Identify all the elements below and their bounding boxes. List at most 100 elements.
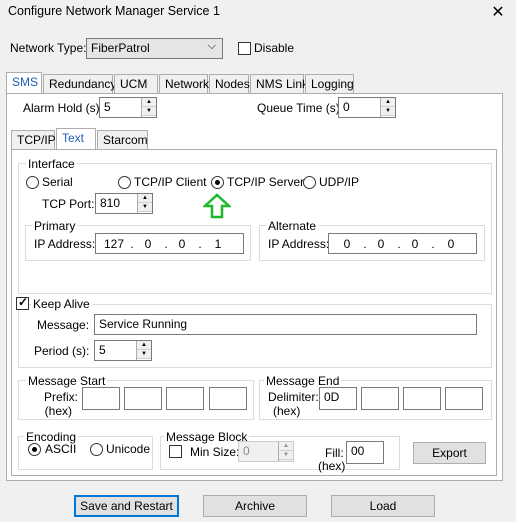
up-arrow-icon [203, 193, 231, 219]
export-button[interactable]: Export [413, 442, 486, 464]
fill-label: Fill: [325, 446, 344, 460]
keep-alive-checkbox[interactable] [16, 295, 29, 310]
tab-starcom[interactable]: Starcom [97, 130, 148, 150]
primary-label: Primary [32, 219, 78, 233]
prefix-field-3[interactable] [166, 387, 204, 410]
ip-octet: 0 [411, 237, 419, 251]
prefix-label: Prefix: [43, 390, 78, 404]
radio-ascii-label: ASCII [45, 442, 77, 456]
radio-serial-label: Serial [42, 175, 73, 189]
primary-ip-field[interactable]: 127 . 0 . 0 . 1 [95, 233, 244, 254]
ip-octet: 0 [447, 237, 455, 251]
spin-up-icon[interactable]: ▲ [142, 98, 156, 107]
alternate-ip-label: IP Address: [268, 237, 330, 251]
spin-buttons[interactable]: ▲ ▼ [141, 98, 156, 117]
delimiter-field-3[interactable] [403, 387, 441, 410]
ip-octet: 0 [343, 237, 351, 251]
radio-unicode[interactable] [90, 443, 103, 456]
window-title: Configure Network Manager Service 1 [8, 4, 220, 18]
message-start-label: Message Start [26, 374, 108, 388]
network-type-value: FiberPatrol [91, 41, 150, 55]
spin-buttons[interactable]: ▲ ▼ [137, 194, 152, 213]
min-size-label: Min Size: [190, 445, 240, 459]
spin-buttons[interactable]: ▲ ▼ [380, 98, 395, 117]
radio-udpip[interactable] [303, 176, 316, 189]
tab-tcpip[interactable]: TCP/IP [11, 130, 56, 150]
radio-unicode-label: Unicode [106, 442, 151, 456]
spin-up-icon[interactable]: ▲ [138, 194, 152, 203]
radio-tcpip-client[interactable] [118, 176, 131, 189]
radio-tcpip-server-label: TCP/IP Server [227, 175, 305, 189]
radio-tcpip-client-label: TCP/IP Client [134, 175, 207, 189]
radio-ascii[interactable] [28, 443, 41, 456]
radio-tcpip-server[interactable] [211, 176, 224, 189]
save-and-restart-button[interactable]: Save and Restart [74, 495, 179, 517]
spin-down-icon[interactable]: ▼ [138, 203, 152, 212]
tab-text[interactable]: Text [56, 128, 96, 150]
period-value: 5 [99, 343, 106, 357]
delimiter-hex-label: (hex) [273, 404, 301, 418]
min-size-stepper[interactable]: 0 ▲ ▼ [238, 441, 294, 462]
chevron-down-icon: ⌵ [207, 40, 216, 52]
queue-time-label: Queue Time (s): [257, 101, 344, 115]
prefix-field-2[interactable] [124, 387, 162, 410]
spin-buttons[interactable]: ▲ ▼ [136, 341, 151, 360]
keep-alive-label: Keep Alive [31, 297, 92, 311]
tab-nodes[interactable]: Nodes [209, 74, 250, 94]
close-icon[interactable]: ✕ [488, 2, 508, 22]
tab-ucm[interactable]: UCM [114, 74, 158, 94]
delimiter-label: Delimiter: [268, 390, 319, 404]
tcp-port-label: TCP Port: [42, 197, 95, 211]
queue-time-stepper[interactable]: 0 ▲ ▼ [338, 97, 396, 118]
tab-network[interactable]: Network [159, 74, 209, 94]
message-block-label: Message Block [164, 430, 250, 444]
tab-redundancy[interactable]: Redundancy [43, 74, 116, 94]
radio-udpip-label: UDP/IP [319, 175, 360, 189]
tcp-port-stepper[interactable]: 810 ▲ ▼ [95, 193, 153, 214]
tab-logging[interactable]: Logging [305, 74, 354, 94]
spin-buttons[interactable]: ▲ ▼ [278, 442, 293, 461]
spin-down-icon[interactable]: ▼ [137, 350, 151, 359]
alarm-hold-stepper[interactable]: 5 ▲ ▼ [99, 97, 157, 118]
message-end-label: Message End [264, 374, 342, 388]
delimiter-field-1[interactable]: 0D [319, 387, 357, 410]
spin-down-icon[interactable]: ▼ [279, 451, 293, 460]
message-label: Message: [37, 318, 90, 332]
load-button[interactable]: Load [331, 495, 435, 517]
message-block-checkbox[interactable] [169, 445, 182, 458]
interface-label: Interface [26, 157, 77, 171]
spin-up-icon[interactable]: ▲ [381, 98, 395, 107]
period-label: Period (s): [34, 344, 90, 358]
ip-octet: 0 [377, 237, 385, 251]
ip-octet: 1 [214, 237, 222, 251]
fill-input[interactable]: 00 [346, 441, 384, 464]
ip-octet: 127 [104, 237, 125, 251]
delimiter-field-2[interactable] [361, 387, 399, 410]
alarm-hold-value: 5 [104, 100, 111, 114]
alarm-hold-label: Alarm Hold (s): [23, 101, 104, 115]
network-type-select[interactable]: FiberPatrol ⌵ [86, 38, 223, 59]
alternate-ip-field[interactable]: 0 . 0 . 0 . 0 [328, 233, 477, 254]
ip-octet: 0 [144, 237, 152, 251]
radio-serial[interactable] [26, 176, 39, 189]
tab-sms[interactable]: SMS [6, 72, 42, 94]
min-size-value: 0 [243, 444, 250, 458]
delimiter-field-4[interactable] [445, 387, 483, 410]
network-type-label: Network Type: [10, 41, 87, 55]
disable-checkbox[interactable] [238, 42, 251, 55]
alternate-label: Alternate [266, 219, 319, 233]
spin-down-icon[interactable]: ▼ [381, 107, 395, 116]
archive-button[interactable]: Archive [203, 495, 307, 517]
prefix-field-1[interactable] [82, 387, 120, 410]
primary-ip-label: IP Address: [34, 237, 96, 251]
prefix-hex-label: (hex) [44, 404, 72, 418]
spin-down-icon[interactable]: ▼ [142, 107, 156, 116]
prefix-field-4[interactable] [209, 387, 247, 410]
message-input[interactable]: Service Running [94, 314, 477, 335]
spin-up-icon[interactable]: ▲ [137, 341, 151, 350]
period-stepper[interactable]: 5 ▲ ▼ [94, 340, 152, 361]
queue-time-value: 0 [343, 100, 350, 114]
tcp-port-value: 810 [100, 196, 121, 210]
spin-up-icon[interactable]: ▲ [279, 442, 293, 451]
tab-nms-link[interactable]: NMS Link [250, 74, 308, 94]
